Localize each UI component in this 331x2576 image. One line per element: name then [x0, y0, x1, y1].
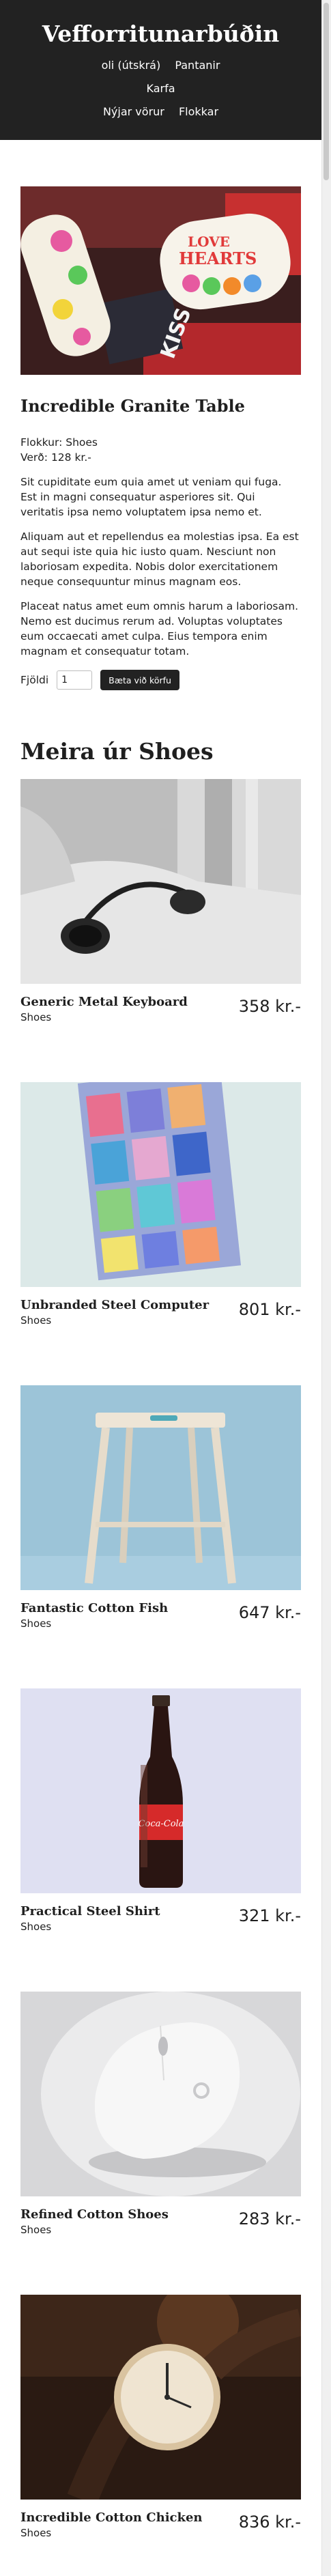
product-category: Flokkur: Shoes — [20, 436, 98, 449]
product-card-text: Practical Steel Shirt Shoes — [20, 1903, 160, 1934]
product-card-text: Unbranded Steel Computer Shoes — [20, 1297, 209, 1327]
product-card-name[interactable]: Incredible Cotton Chicken — [20, 2510, 203, 2526]
product-card-text: Fantastic Cotton Fish Shoes — [20, 1600, 168, 1630]
page-scrollbar[interactable] — [321, 0, 331, 2576]
product-card-info: Generic Metal Keyboard Shoes 358 kr.- — [20, 994, 301, 1024]
nav-cart-link[interactable]: Karfa — [146, 81, 175, 97]
product-description-p3: Placeat natus amet eum omnis harum a lab… — [20, 600, 299, 657]
product-card-category: Shoes — [20, 1617, 52, 1630]
product-card-image[interactable]: Coca-Cola — [20, 1688, 301, 1893]
site-title-link[interactable]: Vefforritunarbúðin — [42, 18, 280, 51]
product-card-name[interactable]: Generic Metal Keyboard — [20, 994, 188, 1010]
product-card-image[interactable] — [20, 1082, 301, 1287]
product-card-price: 647 kr.- — [238, 1603, 301, 1622]
product-card-price: 801 kr.- — [238, 1300, 301, 1319]
product-image: LOVE HEARTS KISS — [20, 186, 301, 375]
product-meta: Flokkur: Shoes Verð: 128 kr.- — [20, 435, 301, 465]
product-card-text: Refined Cotton Shoes Shoes — [20, 2207, 169, 2237]
related-products-title: Meira úr Shoes — [20, 738, 214, 765]
add-to-cart-button[interactable]: Bæta við körfu — [100, 670, 179, 690]
product-card-image[interactable] — [20, 1992, 301, 2196]
product-description-p2: Aliquam aut et repellendus ea molestias … — [20, 530, 299, 588]
site-header: Vefforritunarbúðin oli (útskrá) Pantanir… — [0, 0, 321, 140]
product-card-text: Generic Metal Keyboard Shoes — [20, 994, 188, 1024]
product-card-info: Practical Steel Shirt Shoes 321 kr.- — [20, 1903, 301, 1934]
product-card[interactable]: Coca-Cola Practical Steel Shirt Shoes 32… — [20, 1688, 301, 1934]
product-card-info: Incredible Cotton Chicken Shoes 836 kr.- — [20, 2510, 301, 2540]
nav-categories-link[interactable]: Flokkar — [179, 104, 218, 120]
product-card-name[interactable]: Refined Cotton Shoes — [20, 2207, 169, 2223]
product-price: Verð: 128 kr.- — [20, 451, 91, 464]
product-card[interactable]: Fantastic Cotton Fish Shoes 647 kr.- — [20, 1385, 301, 1630]
product-card-price: 321 kr.- — [238, 1906, 301, 1925]
page-scrollbar-thumb[interactable] — [323, 3, 329, 180]
product-card-name[interactable]: Unbranded Steel Computer — [20, 1297, 209, 1314]
product-card-image[interactable] — [20, 1385, 301, 1590]
product-card-category: Shoes — [20, 1011, 52, 1023]
product-card[interactable]: Generic Metal Keyboard Shoes 358 kr.- — [20, 779, 301, 1024]
main-content: LOVE HEARTS KISS Incredible Granite Tabl… — [0, 140, 321, 2540]
product-card-category: Shoes — [20, 2527, 52, 2539]
nav-orders-link[interactable]: Pantanir — [175, 57, 220, 74]
product-card-image[interactable] — [20, 779, 301, 984]
quantity-label: Fjöldi — [20, 674, 49, 686]
product-image-brand-text: LOVE — [188, 233, 230, 250]
product-card-price: 283 kr.- — [238, 2209, 301, 2228]
product-card-info: Unbranded Steel Computer Shoes 801 kr.- — [20, 1297, 301, 1327]
product-card[interactable]: Incredible Cotton Chicken Shoes 836 kr.- — [20, 2295, 301, 2540]
product-title: Incredible Granite Table — [20, 396, 245, 416]
product-card-name[interactable]: Fantastic Cotton Fish — [20, 1600, 168, 1617]
product-detail: LOVE HEARTS KISS Incredible Granite Tabl… — [20, 186, 301, 690]
page: Vefforritunarbúðin oli (útskrá) Pantanir… — [0, 0, 321, 2576]
product-card-name[interactable]: Practical Steel Shirt — [20, 1903, 160, 1920]
product-image-brand-text-2: HEARTS — [179, 249, 257, 268]
related-products: Meira úr Shoes Generic Metal Keyboard Sh… — [20, 737, 301, 2540]
nav-new-products-link[interactable]: Nýjar vörur — [103, 104, 164, 120]
quantity-input[interactable] — [57, 670, 93, 690]
product-description-p1: Sit cupiditate eum quia amet ut veniam q… — [20, 476, 282, 518]
main-nav: oli (útskrá) Pantanir Karfa Nýjar vörur … — [0, 57, 321, 120]
product-card-category: Shoes — [20, 1921, 52, 1933]
nav-row-account: oli (útskrá) Pantanir — [0, 57, 321, 74]
product-card-info: Fantastic Cotton Fish Shoes 647 kr.- — [20, 1600, 301, 1630]
product-card[interactable]: Unbranded Steel Computer Shoes 801 kr.- — [20, 1082, 301, 1327]
product-card-price: 358 kr.- — [238, 997, 301, 1016]
add-to-cart-form: Fjöldi Bæta við körfu — [20, 670, 301, 690]
nav-row-browse: Nýjar vörur Flokkar — [0, 104, 321, 120]
product-card-price: 836 kr.- — [238, 2513, 301, 2532]
nav-row-cart: Karfa — [0, 81, 321, 97]
product-card-category: Shoes — [20, 2224, 52, 2236]
nav-logout-link[interactable]: oli (útskrá) — [102, 57, 161, 74]
product-card-text: Incredible Cotton Chicken Shoes — [20, 2510, 203, 2540]
product-card[interactable]: Refined Cotton Shoes Shoes 283 kr.- — [20, 1992, 301, 2237]
product-card-category: Shoes — [20, 1314, 52, 1327]
product-card-image[interactable] — [20, 2295, 301, 2500]
product-card-info: Refined Cotton Shoes Shoes 283 kr.- — [20, 2207, 301, 2237]
